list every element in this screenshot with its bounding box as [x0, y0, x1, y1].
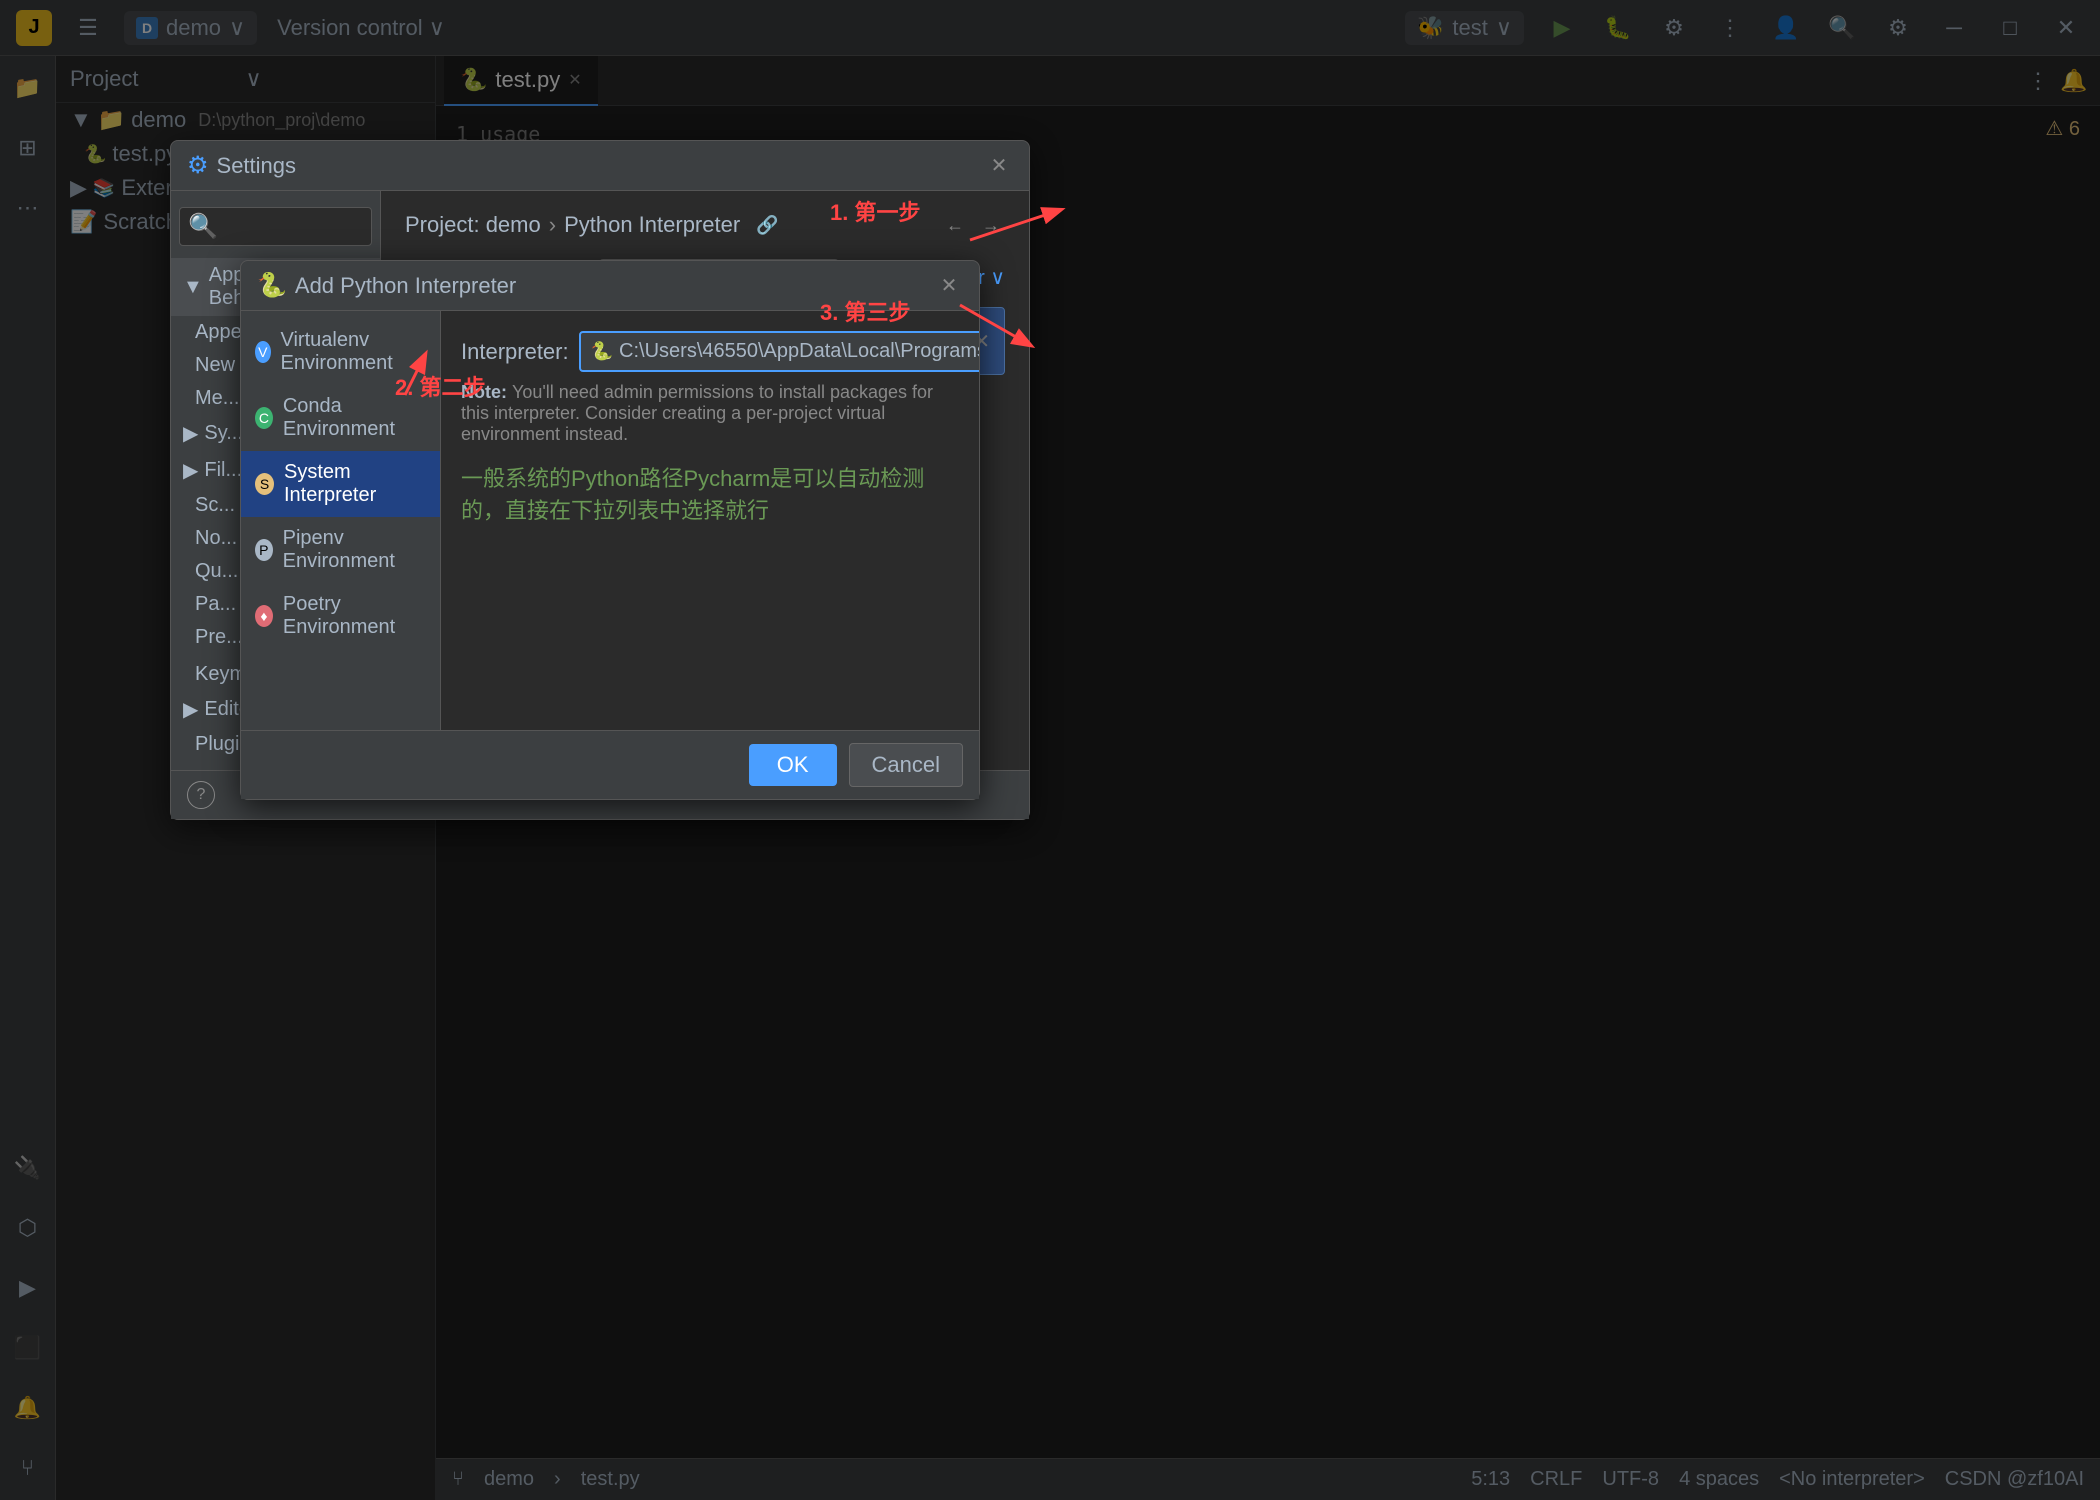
interpreter-hint: 一般系统的Python路径Pycharm是可以自动检测的，直接在下拉列表中选择就…: [461, 461, 959, 525]
add-interpreter-footer: OK Cancel: [241, 730, 979, 799]
interpreter-path-label: Interpreter:: [461, 339, 569, 365]
ok-button[interactable]: OK: [749, 744, 837, 786]
chevron-down-icon: ▼: [183, 276, 203, 299]
add-interpreter-titlebar: 🐍 Add Python Interpreter ✕: [241, 261, 979, 311]
interpreter-note: Note: You'll need admin permissions to i…: [461, 382, 959, 445]
link-icon[interactable]: 🔗: [756, 215, 778, 236]
virtualenv-icon: V: [255, 341, 271, 363]
nav-back-button[interactable]: ←: [941, 211, 969, 239]
add-interp-title: Add Python Interpreter: [295, 273, 935, 299]
interpreter-note-text: You'll need admin permissions to install…: [461, 382, 933, 444]
chevron-right-icon: ▶: [183, 697, 198, 722]
breadcrumb-child: Python Interpreter: [564, 212, 740, 238]
help-button[interactable]: ?: [187, 781, 215, 809]
settings-titlebar: ⚙ Settings ✕: [171, 141, 1029, 191]
settings-dialog-title: Settings: [217, 153, 985, 179]
chevron-right-icon: ▶: [183, 421, 198, 446]
nav-forward-button[interactable]: →: [977, 211, 1005, 239]
add-interpreter-body: V Virtualenv Environment C Conda Environ…: [241, 311, 979, 730]
system-icon: S: [255, 473, 274, 495]
type-conda[interactable]: C Conda Environment: [241, 385, 440, 451]
interpreter-path-value: C:\Users\46550\AppData\Local\Programs\Py…: [619, 340, 979, 363]
settings-search-input[interactable]: [224, 215, 363, 238]
conda-icon: C: [255, 407, 273, 429]
type-poetry[interactable]: ♦ Poetry Environment: [241, 583, 440, 649]
interpreter-path-row: Interpreter: 🐍 C:\Users\46550\AppData\Lo…: [461, 331, 959, 372]
conda-label: Conda Environment: [283, 395, 426, 441]
interpreter-type-list: V Virtualenv Environment C Conda Environ…: [241, 311, 441, 730]
chevron-right-icon: ▶: [183, 458, 198, 483]
interpreter-config-panel: Interpreter: 🐍 C:\Users\46550\AppData\Lo…: [441, 311, 979, 730]
cancel-button[interactable]: Cancel: [849, 743, 963, 787]
settings-dialog-icon: ⚙: [187, 151, 209, 180]
pipenv-label: Pipenv Environment: [283, 527, 426, 573]
breadcrumb-separator: ›: [549, 212, 556, 238]
search-icon: 🔍: [188, 212, 218, 241]
virtualenv-label: Virtualenv Environment: [281, 329, 427, 375]
add-interp-close-button[interactable]: ✕: [935, 272, 963, 300]
system-label: System Interpreter: [284, 461, 426, 507]
settings-search-box[interactable]: 🔍: [179, 207, 372, 246]
breadcrumb-nav: ← →: [941, 211, 1005, 239]
type-system[interactable]: S System Interpreter: [241, 451, 440, 517]
type-pipenv[interactable]: P Pipenv Environment: [241, 517, 440, 583]
poetry-label: Poetry Environment: [283, 593, 426, 639]
poetry-icon: ♦: [255, 605, 273, 627]
settings-close-button[interactable]: ✕: [985, 152, 1013, 180]
add-interp-icon: 🐍: [257, 271, 287, 300]
add-interpreter-dialog: 🐍 Add Python Interpreter ✕ V Virtualenv …: [240, 260, 980, 800]
file-label: Fil...: [204, 459, 242, 482]
py-file-icon: 🐍: [591, 341, 613, 362]
settings-breadcrumb: Project: demo › Python Interpreter 🔗 ← →: [405, 211, 1005, 239]
sys-label: Sy...: [204, 422, 243, 445]
breadcrumb-root: Project: demo: [405, 212, 541, 238]
pipenv-icon: P: [255, 539, 273, 561]
interpreter-path-input[interactable]: 🐍 C:\Users\46550\AppData\Local\Programs\…: [579, 331, 979, 372]
type-virtualenv[interactable]: V Virtualenv Environment: [241, 319, 440, 385]
